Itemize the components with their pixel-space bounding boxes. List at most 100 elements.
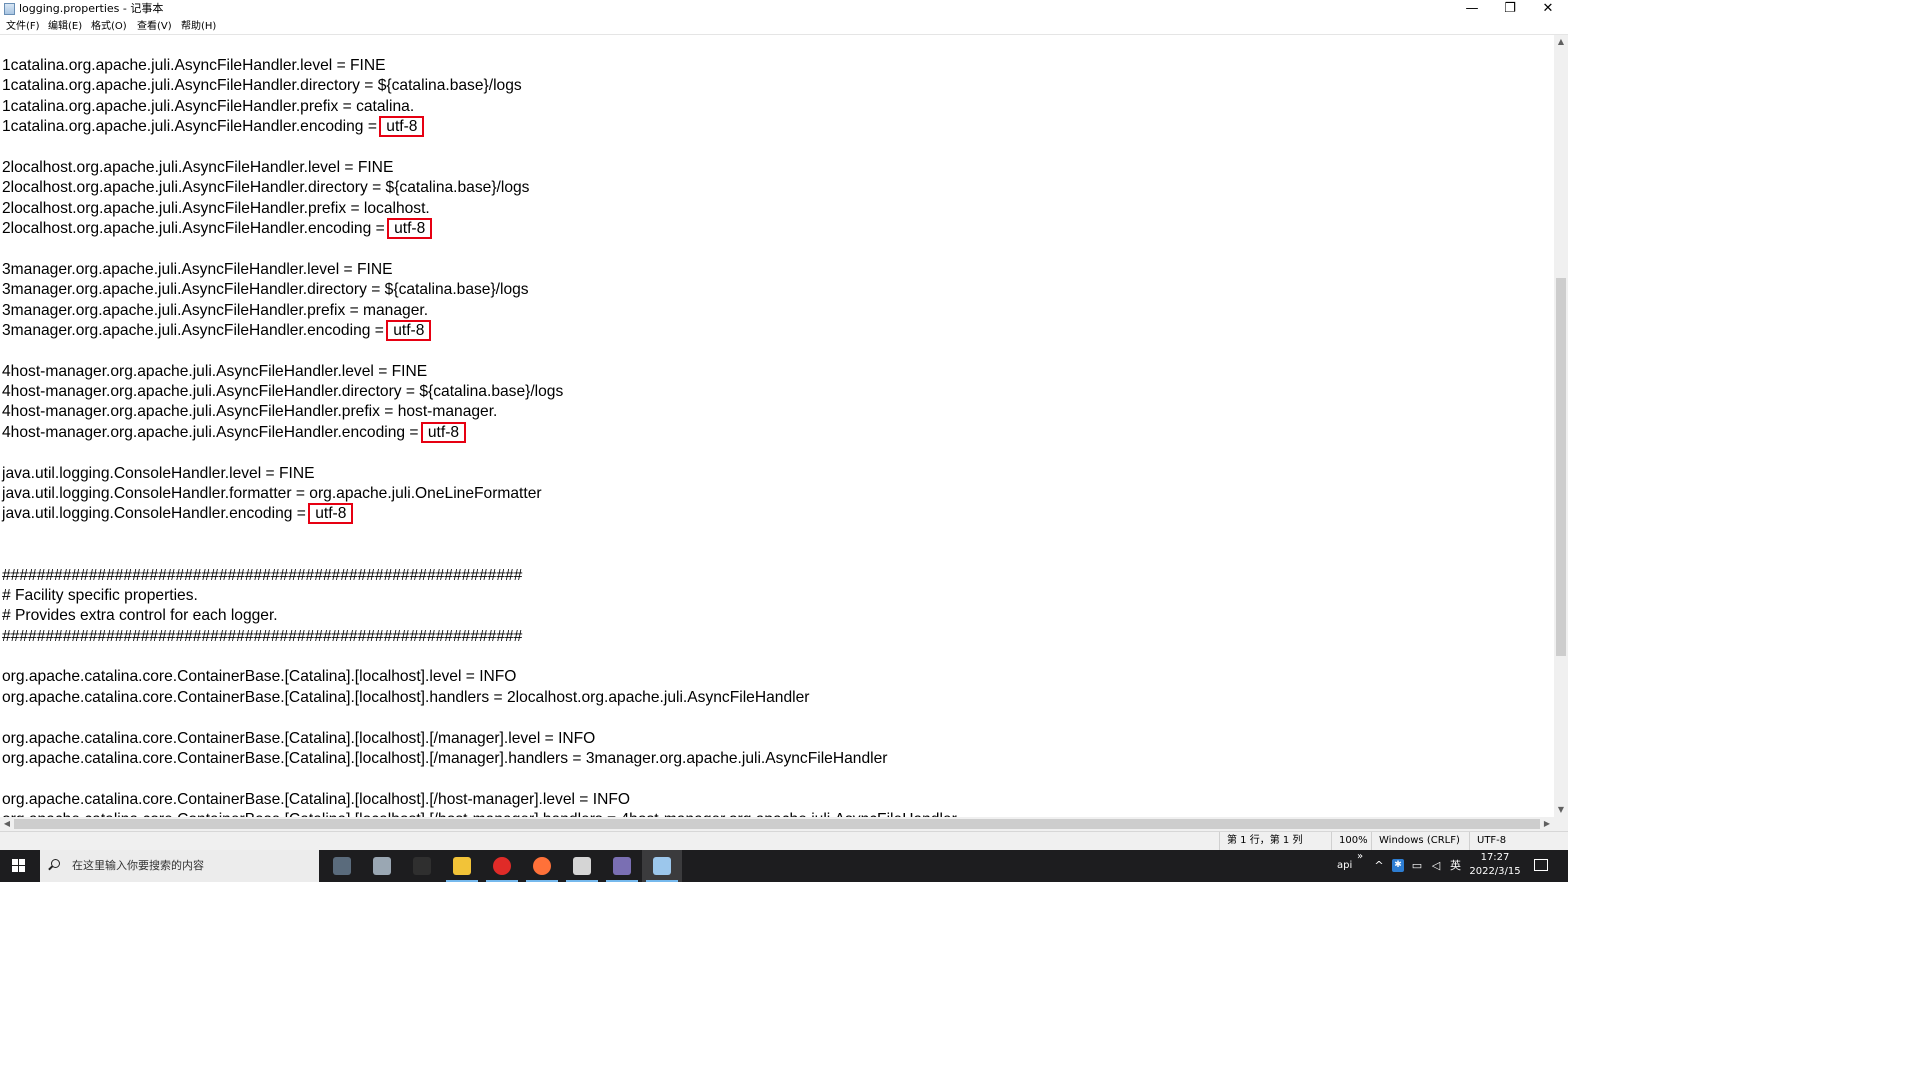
maximize-button[interactable]: ❐ xyxy=(1492,0,1528,19)
editor-line: java.util.logging.ConsoleHandler.encodin… xyxy=(2,503,354,525)
taskbar: 在这里输入你要搜索的内容 api » ^ ✱ ▭ ◁ 英 17:27 2022/… xyxy=(0,850,1568,882)
scroll-down-icon[interactable]: ▼ xyxy=(1554,803,1568,817)
file-explorer-icon xyxy=(453,857,471,875)
editor-line: 3manager.org.apache.juli.AsyncFileHandle… xyxy=(2,280,529,300)
notepad-icon xyxy=(4,3,15,15)
editor-line: 3manager.org.apache.juli.AsyncFileHandle… xyxy=(2,319,432,341)
running-indicator xyxy=(446,880,478,882)
zoom-level: 100% xyxy=(1331,832,1368,850)
ime-indicator[interactable]: 英 xyxy=(1450,850,1461,882)
minimize-button[interactable]: — xyxy=(1454,0,1490,19)
editor-line: 1catalina.org.apache.juli.AsyncFileHandl… xyxy=(2,56,386,76)
vertical-scrollbar[interactable]: ▲ ▼ xyxy=(1554,35,1568,817)
highlighted-value: utf-8 xyxy=(379,116,425,138)
firefox-icon xyxy=(533,857,551,875)
editor-line: 4host-manager.org.apache.juli.AsyncFileH… xyxy=(2,382,563,402)
editor-line: 2localhost.org.apache.juli.AsyncFileHand… xyxy=(2,199,430,219)
editor-line: ########################################… xyxy=(2,566,522,586)
line-text: 1catalina.org.apache.juli.AsyncFileHandl… xyxy=(2,118,382,136)
start-button[interactable] xyxy=(0,850,38,882)
scrollbar-corner xyxy=(1554,817,1568,831)
line-text: 2localhost.org.apache.juli.AsyncFileHand… xyxy=(2,158,394,176)
editor-line: 2localhost.org.apache.juli.AsyncFileHand… xyxy=(2,158,393,178)
taskbar-app-button[interactable] xyxy=(442,850,482,882)
line-text: 1catalina.org.apache.juli.AsyncFileHandl… xyxy=(2,57,386,74)
network-icon[interactable]: ▭ xyxy=(1411,859,1423,872)
running-indicator xyxy=(486,880,518,882)
taskbar-app-button[interactable] xyxy=(562,850,602,882)
search-icon xyxy=(51,859,60,868)
running-indicator xyxy=(566,880,598,882)
horizontal-scrollbar[interactable]: ◀ ▶ xyxy=(0,817,1554,831)
editor-line: java.util.logging.ConsoleHandler.level =… xyxy=(2,464,314,484)
terminal-icon xyxy=(413,857,431,875)
running-indicator xyxy=(646,880,678,882)
sticky-app-icon xyxy=(373,857,391,875)
system-clock[interactable]: 17:27 2022/3/15 xyxy=(1466,851,1524,879)
cursor-position: 第 1 行，第 1 列 xyxy=(1219,832,1302,850)
vertical-scroll-thumb[interactable] xyxy=(1556,278,1566,656)
clock-time: 17:27 xyxy=(1480,852,1510,863)
taskbar-app-button[interactable] xyxy=(362,850,402,882)
line-text: java.util.logging.ConsoleHandler.encodin… xyxy=(2,505,311,523)
taskbar-app-button[interactable] xyxy=(602,850,642,882)
show-hidden-icons-icon[interactable]: ^ xyxy=(1373,859,1385,872)
text-editor[interactable]: 1catalina.org.apache.juli.AsyncFileHandl… xyxy=(0,35,1554,817)
bluetooth-icon[interactable]: ✱ xyxy=(1392,859,1404,872)
title-bar: logging.properties - 记事本 — ❐ ✕ xyxy=(0,0,1568,19)
editor-line: # Facility specific properties. xyxy=(2,586,198,606)
running-indicator xyxy=(606,880,638,882)
editor-line: org.apache.catalina.core.ContainerBase.[… xyxy=(2,790,630,810)
highlighted-value: utf-8 xyxy=(308,503,354,525)
search-placeholder: 在这里输入你要搜索的内容 xyxy=(72,859,204,872)
taskbar-app-button[interactable] xyxy=(522,850,562,882)
line-text: ########################################… xyxy=(2,566,523,584)
line-text: ########################################… xyxy=(2,627,523,645)
editor-line: ########################################… xyxy=(2,627,522,647)
winrar-icon xyxy=(613,857,631,875)
line-text: 1catalina.org.apache.juli.AsyncFileHandl… xyxy=(2,97,415,115)
netease-music-icon xyxy=(493,857,511,875)
line-text: 3manager.org.apache.juli.AsyncFileHandle… xyxy=(2,281,529,299)
menu-help[interactable]: 帮助(H) xyxy=(181,19,216,34)
taskbar-app-button[interactable] xyxy=(482,850,522,882)
tray-label[interactable]: api xyxy=(1337,850,1352,882)
taskbar-app-button[interactable] xyxy=(642,850,682,882)
highlighted-value: utf-8 xyxy=(420,421,467,443)
line-text: 4host-manager.org.apache.juli.AsyncFileH… xyxy=(2,383,564,401)
taskbar-app-button[interactable] xyxy=(402,850,442,882)
volume-icon[interactable]: ◁ xyxy=(1430,859,1442,872)
editor-line: org.apache.catalina.core.ContainerBase.[… xyxy=(2,749,887,769)
menu-view[interactable]: 查看(V) xyxy=(137,19,172,34)
tray-overflow-icon[interactable]: » xyxy=(1357,850,1363,864)
horizontal-scroll-thumb[interactable] xyxy=(14,819,1540,829)
line-text: 4host-manager.org.apache.juli.AsyncFileH… xyxy=(2,362,428,380)
close-button[interactable]: ✕ xyxy=(1530,0,1566,19)
menu-format[interactable]: 格式(O) xyxy=(91,19,127,34)
scroll-right-icon[interactable]: ▶ xyxy=(1540,817,1554,831)
editor-line: 1catalina.org.apache.juli.AsyncFileHandl… xyxy=(2,116,425,138)
line-text: # Provides extra control for each logger… xyxy=(2,607,278,625)
taskbar-app-button[interactable] xyxy=(322,850,362,882)
scroll-up-icon[interactable]: ▲ xyxy=(1554,35,1568,49)
line-text: java.util.logging.ConsoleHandler.formatt… xyxy=(2,484,542,502)
status-bar: 第 1 行，第 1 列 100% Windows (CRLF) UTF-8 xyxy=(0,831,1568,850)
menu-edit[interactable]: 编辑(E) xyxy=(48,19,82,34)
scroll-left-icon[interactable]: ◀ xyxy=(0,817,14,831)
line-ending: Windows (CRLF) xyxy=(1371,832,1460,850)
windows-logo-icon xyxy=(12,859,18,865)
editor-line: java.util.logging.ConsoleHandler.formatt… xyxy=(2,484,542,504)
line-text: org.apache.catalina.core.ContainerBase.[… xyxy=(2,668,517,686)
line-text: # Facility specific properties. xyxy=(2,586,198,604)
editor-line: org.apache.catalina.core.ContainerBase.[… xyxy=(2,688,809,708)
window-title: logging.properties - 记事本 xyxy=(19,2,164,15)
notification-center-icon[interactable] xyxy=(1534,859,1548,871)
line-text: 4host-manager.org.apache.juli.AsyncFileH… xyxy=(2,403,498,421)
editor-line: 2localhost.org.apache.juli.AsyncFileHand… xyxy=(2,218,433,240)
menu-file[interactable]: 文件(F) xyxy=(6,19,40,34)
highlighted-value: utf-8 xyxy=(387,218,433,240)
taskbar-search-box[interactable]: 在这里输入你要搜索的内容 xyxy=(40,850,319,882)
line-text: 4host-manager.org.apache.juli.AsyncFileH… xyxy=(2,423,423,441)
editor-line: org.apache.catalina.core.ContainerBase.[… xyxy=(2,729,595,749)
line-text: 1catalina.org.apache.juli.AsyncFileHandl… xyxy=(2,77,522,95)
